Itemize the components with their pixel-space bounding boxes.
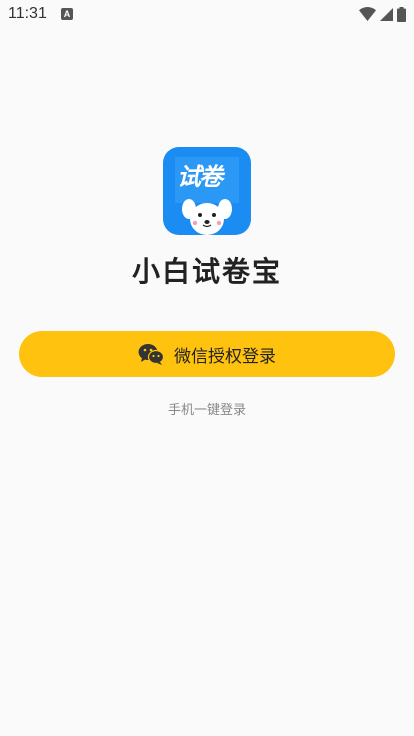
phone-login-container: 手机一键登录 (0, 399, 414, 418)
wechat-login-button[interactable]: 微信授权登录 (19, 331, 395, 377)
battery-icon (397, 6, 406, 22)
status-time: 11:31 (8, 5, 47, 22)
wechat-login-label: 微信授权登录 (174, 346, 276, 367)
logo-text: 试卷 (177, 163, 223, 191)
signal-icon (380, 7, 393, 21)
app-name: 小白试卷宝 (131, 255, 282, 288)
phone-login-link[interactable]: 手机一键登录 (168, 403, 246, 418)
notification-a-icon: A (61, 8, 73, 20)
wechat-icon (138, 344, 164, 365)
status-bar: 11:31 A (0, 0, 414, 28)
wifi-icon (359, 7, 376, 21)
app-logo: 试卷 (163, 147, 251, 235)
status-icons (359, 6, 406, 22)
dog-mascot-icon (182, 199, 232, 235)
